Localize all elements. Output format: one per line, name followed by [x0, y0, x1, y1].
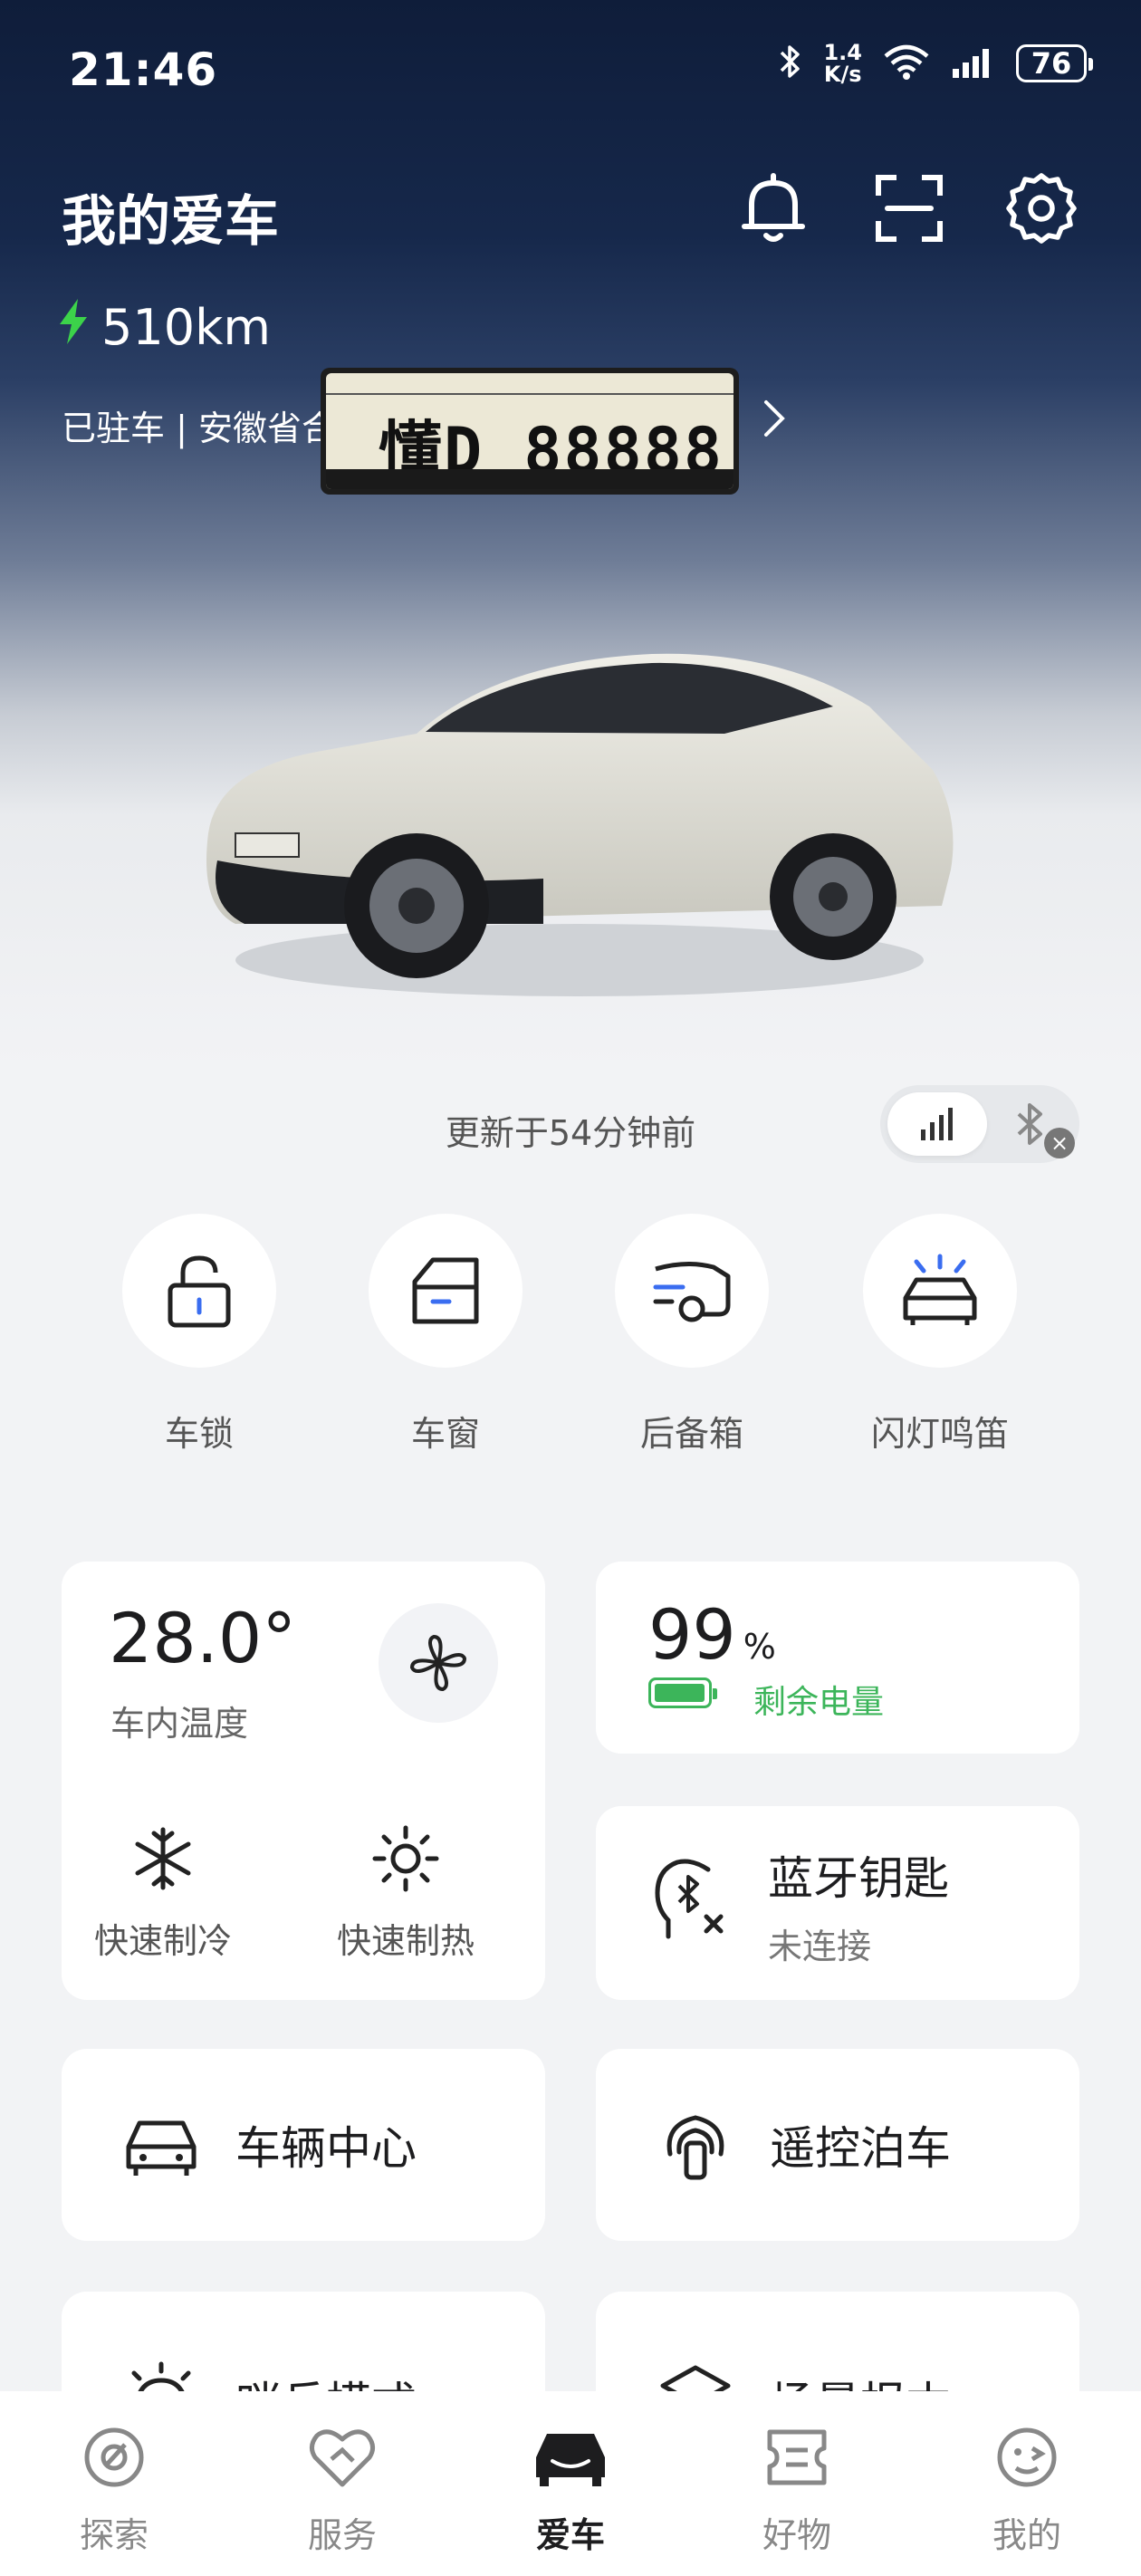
status-bar: 21:46 1.4 K/s 76 [0, 0, 1141, 136]
net-speed-unit: K/s [823, 62, 862, 87]
cabin-temperature-label: 车内温度 [110, 1704, 249, 1744]
status-time: 21:46 [69, 43, 218, 96]
window-icon [369, 1214, 523, 1368]
fan-button[interactable] [379, 1603, 498, 1723]
profile-icon [954, 2418, 1099, 2496]
remote-parking-label: 遥控泊车 [770, 2122, 951, 2175]
tab-label: 我的 [992, 2515, 1061, 2555]
remote-parking-icon [652, 2101, 739, 2188]
sun-icon [372, 1825, 439, 1892]
scan-icon[interactable] [864, 163, 954, 254]
cellular-signal-icon [921, 1108, 953, 1140]
notification-bell-icon[interactable] [728, 163, 819, 254]
bluetooth-key-card[interactable]: 蓝牙钥匙 未连接 [596, 1806, 1079, 2000]
range-display: 510km [58, 299, 271, 356]
explore-icon [42, 2418, 187, 2496]
battery-level: 99% [648, 1594, 776, 1675]
chevron-right-icon[interactable] [761, 399, 788, 442]
quick-heat-button[interactable]: 快速制热 [324, 1824, 487, 1963]
quick-action-window[interactable]: 车窗 [366, 1214, 525, 1456]
settings-gear-icon[interactable] [996, 163, 1087, 254]
bluetooth-mode-icon [1017, 1103, 1042, 1145]
vehicle-center-label: 车辆中心 [235, 2122, 417, 2175]
battery-level-unit: % [743, 1627, 776, 1667]
quick-action-label: 车锁 [164, 1414, 234, 1454]
tab-label: 探索 [79, 2515, 149, 2555]
battery-indicator: 76 [1016, 44, 1093, 82]
battery-level-value: 99 [648, 1594, 736, 1675]
license-plate: 懂D 88888 [321, 368, 739, 495]
quick-action-label: 后备箱 [639, 1414, 743, 1454]
climate-card[interactable]: 28.0° 车内温度 快速制冷 快速制热 [62, 1562, 545, 2000]
wifi-icon [882, 43, 931, 83]
quick-cool-button[interactable]: 快速制冷 [82, 1824, 244, 1963]
tab-my-car[interactable]: 爱车 [498, 2418, 643, 2557]
license-plate-face: 懂D 88888 [326, 373, 734, 489]
car-image [181, 634, 978, 1014]
quick-action-label: 闪灯鸣笛 [870, 1414, 1009, 1454]
plate-bottom-strip [326, 469, 734, 489]
shop-icon [724, 2418, 869, 2496]
snowflake-icon [135, 1827, 191, 1890]
range-value: 510km [101, 299, 271, 356]
cellular-mode-option[interactable] [887, 1092, 987, 1156]
parking-location[interactable]: 已驻车 | 安徽省合 [62, 400, 336, 450]
quick-action-label: 车窗 [410, 1414, 480, 1454]
page-title: 我的爱车 [62, 190, 279, 254]
quick-action-lock[interactable]: 车锁 [120, 1214, 279, 1456]
tab-shop[interactable]: 好物 [724, 2418, 869, 2557]
lightning-icon [58, 299, 89, 356]
quick-heat-label: 快速制热 [336, 1921, 475, 1961]
vehicle-center-card[interactable]: 车辆中心 [62, 2049, 545, 2241]
tab-service[interactable]: 服务 [270, 2418, 415, 2557]
network-speed: 1.4 K/s [823, 42, 862, 85]
plate-top-strip [326, 377, 734, 395]
vehicle-center-icon [118, 2101, 205, 2188]
tab-label: 好物 [762, 2515, 831, 2555]
remote-parking-card[interactable]: 遥控泊车 [596, 2049, 1079, 2241]
battery-fill-icon [648, 1677, 717, 1708]
battery-fill [655, 1684, 705, 1702]
quick-cool-label: 快速制冷 [93, 1921, 232, 1961]
connection-close-icon[interactable]: × [1044, 1128, 1075, 1158]
battery-card[interactable]: 99% 剩余电量 [596, 1562, 1079, 1754]
quick-action-trunk[interactable]: 后备箱 [612, 1214, 772, 1456]
tab-label: 爱车 [535, 2515, 605, 2555]
bottom-tab-bar: 探索 服务 爱车 好物 我的 [0, 2391, 1141, 2576]
tab-profile[interactable]: 我的 [954, 2418, 1099, 2557]
battery-label: 剩余电量 [753, 1684, 885, 1721]
car-icon [498, 2418, 643, 2496]
tab-label: 服务 [307, 2515, 377, 2555]
trunk-icon [615, 1214, 769, 1368]
bluetooth-icon [776, 43, 803, 83]
cabin-temperature: 28.0° [109, 1598, 297, 1678]
net-speed-value: 1.4 [823, 40, 862, 65]
bluetooth-key-icon [652, 1857, 732, 1947]
signal-icon [951, 45, 996, 82]
lock-icon [122, 1214, 276, 1368]
service-icon [270, 2418, 415, 2496]
bluetooth-key-title: 蓝牙钥匙 [768, 1852, 949, 1905]
bluetooth-key-status: 未连接 [768, 1927, 872, 1966]
tab-explore[interactable]: 探索 [42, 2418, 187, 2557]
fan-icon [410, 1635, 466, 1691]
flash-horn-icon [863, 1214, 1017, 1368]
status-icons: 1.4 K/s 76 [776, 42, 1093, 85]
quick-action-flash-horn[interactable]: 闪灯鸣笛 [860, 1214, 1020, 1456]
